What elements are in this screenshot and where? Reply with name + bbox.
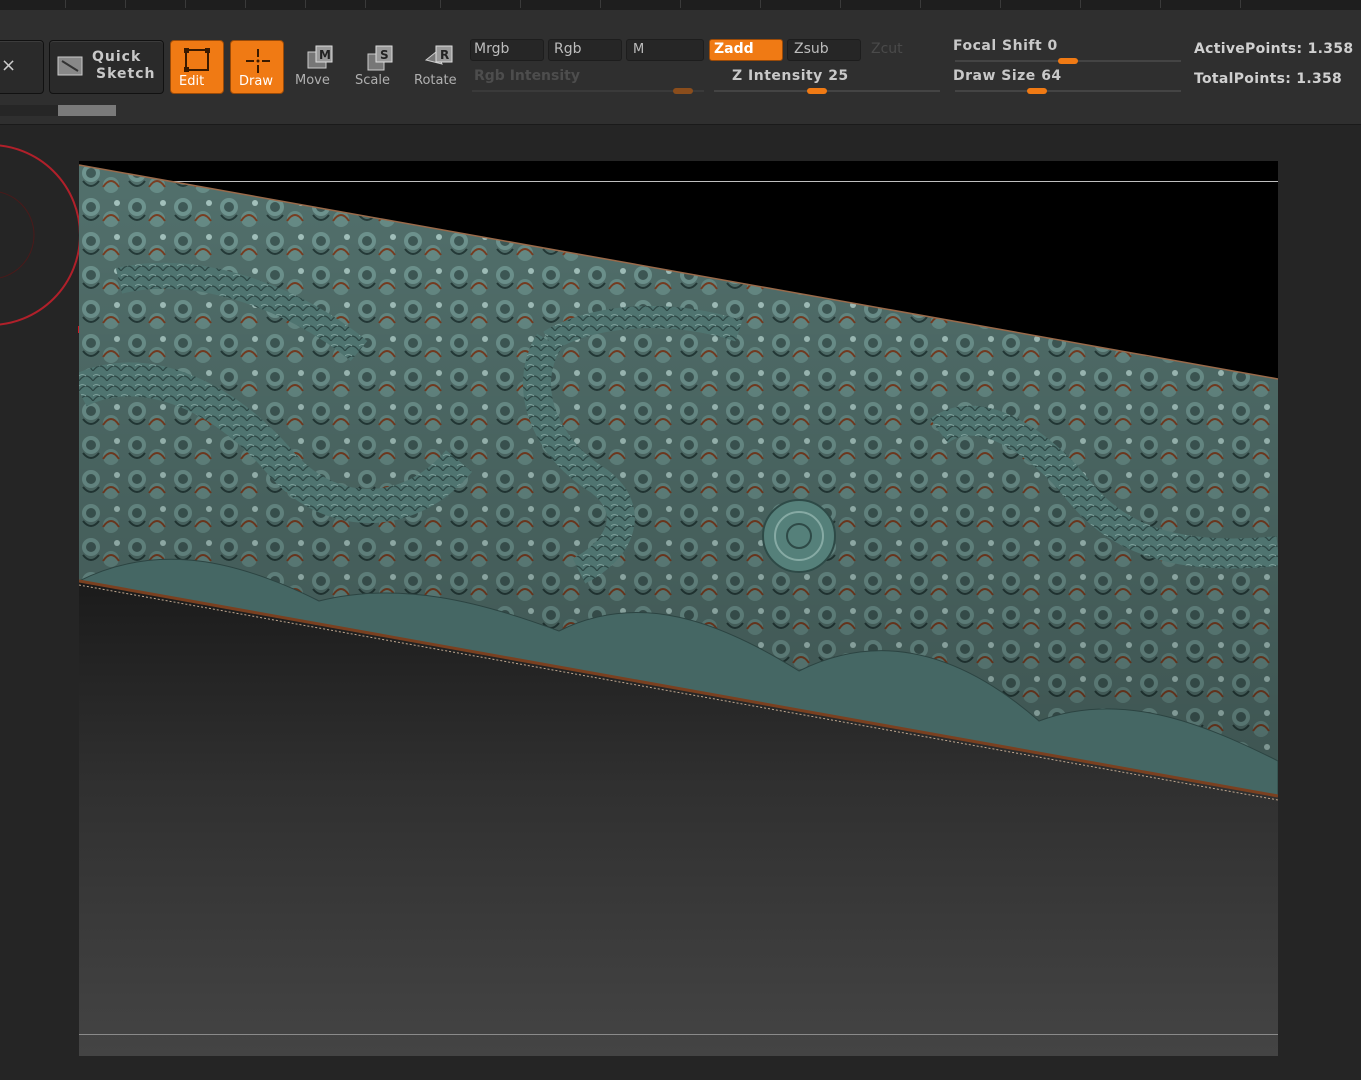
draw-size-label: Draw Size 64 [953,68,1062,84]
draw-size-slider[interactable] [955,88,1181,94]
rgb-intensity-label: Rgb Intensity [474,68,580,84]
edit-label: Edit [179,74,205,89]
active-points-readout: ActivePoints: 1.358 [1194,41,1354,57]
rgb-intensity-knob[interactable] [673,88,693,94]
m-button[interactable]: M [626,39,704,61]
total-points-readout: TotalPoints: 1.358 [1194,71,1343,87]
draw-button[interactable]: Draw [230,40,284,94]
quick-sketch-button[interactable]: Quick Sketch [49,40,164,94]
rotate-icon: R [424,45,453,65]
rotate-button[interactable]: R Rotate [410,40,464,94]
draw-icon [246,49,270,73]
top-toolbar: × Quick Sketch Edit Draw M Move S Scale … [0,10,1361,125]
z-intensity-knob[interactable] [807,88,827,94]
draw-label: Draw [239,74,273,89]
toolbar-scrollbar-thumb[interactable] [58,105,116,116]
zsub-button[interactable]: Zsub [787,39,861,61]
zadd-button[interactable]: Zadd [709,39,783,61]
z-intensity-label: Z Intensity 25 [732,68,849,84]
z-intensity-slider[interactable] [714,88,940,94]
focal-shift-slider[interactable] [955,58,1181,64]
edit-icon [184,48,210,72]
move-icon: M [307,45,333,69]
draw-size-value: 64 [1041,68,1062,84]
scale-button[interactable]: S Scale [350,40,404,94]
quick-sketch-label-1: Quick [92,49,142,65]
document-canvas[interactable] [79,161,1278,1056]
focal-shift-value: 0 [1047,38,1058,54]
scale-icon: S [367,45,393,71]
quick-sketch-icon [57,56,83,76]
close-button[interactable]: × [0,40,44,94]
svg-text:M: M [319,48,331,62]
mrgb-button[interactable]: Mrgb [470,39,544,61]
focal-shift-label: Focal Shift 0 [953,38,1058,54]
svg-text:R: R [440,48,449,62]
quick-sketch-label-2: Sketch [96,66,156,82]
move-label: Move [295,73,330,88]
close-icon: × [1,55,17,76]
edit-button[interactable]: Edit [170,40,224,94]
rgb-intensity-slider[interactable] [472,88,704,94]
rgb-button[interactable]: Rgb [548,39,622,61]
z-intensity-value: 25 [828,68,849,84]
svg-text:S: S [380,48,389,62]
rotate-label: Rotate [414,73,457,88]
scale-label: Scale [355,73,390,88]
relief-surface [79,164,1278,801]
brush-gizmo-icon [0,144,85,333]
focal-shift-knob[interactable] [1058,58,1078,64]
zcut-button[interactable]: Zcut [871,41,903,57]
move-button[interactable]: M Move [290,40,344,94]
draw-size-knob[interactable] [1027,88,1047,94]
